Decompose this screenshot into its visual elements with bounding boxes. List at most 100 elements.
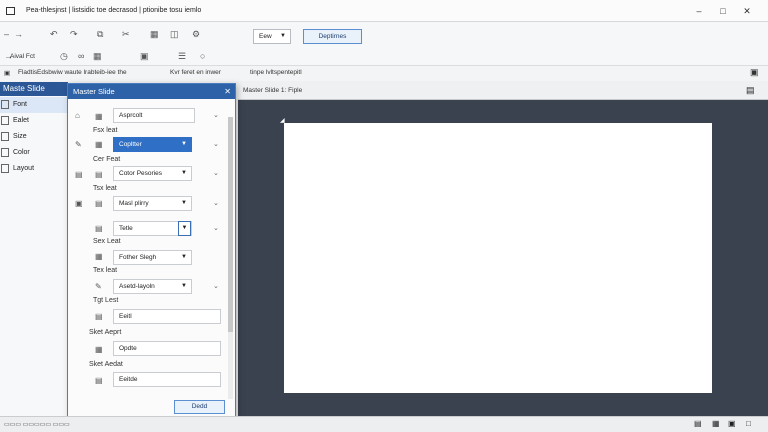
list-icon: ▤ — [95, 224, 103, 233]
address-icon: ▣ — [4, 70, 11, 77]
sidebar-item-label: Size — [13, 133, 27, 140]
grid-icon: ▦ — [95, 252, 103, 261]
address-text-2: Edsbwiw waute lrabteib-iee the — [37, 69, 127, 76]
dialog-title: Master Slide — [68, 84, 235, 99]
clock-icon[interactable]: ◷ — [60, 50, 68, 62]
panel-icon[interactable]: ▣ — [750, 67, 759, 78]
delete-icon: ▤ — [95, 376, 103, 385]
slide-page[interactable] — [284, 123, 712, 393]
cut-icon[interactable]: ✂ — [122, 28, 130, 40]
chevron-down-icon: ▼ — [181, 283, 187, 289]
dialog-select-value: Copltter — [119, 141, 142, 148]
sidebar: Maste Slide Font Ealet Size Color Layout — [0, 82, 68, 416]
home-icon: ⌂ — [75, 111, 80, 120]
grid-icon: ▦ — [95, 140, 103, 149]
dialog-row-label: Sex Leat — [93, 238, 121, 245]
font-icon — [1, 100, 9, 109]
bold-icon[interactable]: ▦ — [93, 50, 102, 62]
layout-icon[interactable]: ▦ — [150, 28, 159, 40]
dialog-select-5[interactable]: Tetle ▼ — [113, 221, 192, 236]
close-icon[interactable]: ✕ — [738, 4, 756, 18]
arrow-right-icon[interactable]: → — [14, 28, 23, 40]
chevron-down-icon: ▼ — [181, 170, 187, 176]
chevron-down-icon[interactable]: ⌄ — [213, 169, 219, 177]
chevron-down-icon[interactable]: ⌄ — [213, 224, 219, 232]
dialog-select-2[interactable]: Copltter ▼ — [113, 137, 192, 152]
grid-icon: ▦ — [95, 112, 103, 121]
dialog-field-8[interactable]: Eeitl — [113, 309, 221, 324]
size-icon — [1, 132, 9, 141]
minus-icon[interactable]: – — [4, 28, 9, 40]
dialog-ok-button[interactable]: Dedd — [174, 400, 225, 414]
font-name[interactable]: Aival Fct — [10, 53, 35, 60]
dialog-select-7[interactable]: Asetd-layoln ▼ — [113, 279, 192, 294]
dialog-row-label: Fsx leat — [93, 127, 118, 134]
corner-marker-icon: ◢ — [280, 118, 285, 124]
link-icon[interactable]: ∞ — [78, 50, 84, 62]
font-row: → Aival Fct ◷ ∞ ▦ ▣ ☰ ○ — [0, 46, 768, 66]
sidebar-item-label: Font — [13, 101, 28, 108]
chevron-down-icon[interactable]: ⌄ — [213, 199, 219, 207]
view-dropdown-value: Eew — [259, 33, 272, 40]
minimize-icon[interactable]: – — [690, 4, 708, 18]
sidebar-item-size[interactable]: Size — [0, 129, 68, 145]
chevron-down-icon: ▼ — [181, 141, 187, 147]
address-text-1: Fladtis — [18, 69, 38, 76]
edit-icon: ▤ — [95, 312, 103, 321]
status-bar: ▭▭▭ ▭▭▭▭▭ ▭▭▭ ▤ ▦ ▣ □ — [0, 416, 768, 432]
sidebar-item-layout[interactable]: Layout — [0, 161, 68, 177]
dialog-select-value: Tetle — [119, 225, 133, 232]
sidebar-item-color[interactable]: Color — [0, 145, 68, 161]
undo-icon[interactable]: ↶ — [50, 28, 58, 40]
panel-icon[interactable]: ▤ — [746, 85, 755, 96]
redo-icon[interactable]: ↷ — [70, 28, 78, 40]
layout-icon: ▤ — [95, 170, 103, 179]
align-icon[interactable]: ☰ — [178, 50, 186, 62]
view-dropdown[interactable]: Eew ▼ — [253, 29, 291, 44]
fit-icon[interactable]: □ — [746, 419, 751, 428]
dialog-select-6[interactable]: Fother Slegh ▼ — [113, 250, 192, 265]
dialog-field-9[interactable]: Opdte — [113, 341, 221, 356]
text-icon[interactable]: ▣ — [140, 50, 149, 62]
list-icon[interactable]: ○ — [200, 50, 205, 62]
window-title: Pea-thlesjnst | listsidic toe decrasod |… — [26, 7, 202, 14]
chevron-down-icon: ▼ — [181, 254, 187, 260]
maximize-icon[interactable]: □ — [714, 4, 732, 18]
chevron-down-icon[interactable]: ⌄ — [213, 282, 219, 290]
sidebar-item-ealet[interactable]: Ealet — [0, 113, 68, 129]
tools-icon[interactable]: ⚙ — [192, 28, 200, 40]
dialog-row-label: Cer Feat — [93, 156, 121, 163]
format-icon: ✎ — [95, 282, 102, 291]
color-icon — [1, 148, 9, 157]
dialog-row-label: Tex leat — [93, 267, 118, 274]
toolbar-action-button[interactable]: Deptirnes — [303, 29, 362, 44]
sidebar-header: Maste Slide — [0, 82, 68, 96]
dialog-field-10[interactable]: Eeitde — [113, 372, 221, 387]
dialog-field-1[interactable]: Asprcolt — [113, 108, 195, 123]
close-icon[interactable]: ✕ — [224, 84, 231, 99]
view-normal-icon[interactable]: ▤ — [694, 419, 702, 428]
copy-icon[interactable]: ⧉ — [97, 28, 103, 40]
ealet-icon — [1, 116, 9, 125]
canvas-header: Master Slide 1: Fiple ▤ — [238, 82, 768, 100]
sidebar-item-label: Layout — [13, 165, 35, 172]
pencil-icon: ✎ — [75, 140, 82, 149]
dialog-row-label: Tsx leat — [93, 185, 117, 192]
dialog-scrollbar-thumb[interactable] — [228, 117, 233, 332]
update-icon: ▦ — [95, 345, 103, 354]
sidebar-item-label: Ealet — [13, 117, 29, 124]
sidebar-item-font[interactable]: Font — [0, 97, 68, 113]
address-text-4: tinpe lvltspentepitl — [250, 69, 302, 76]
view-grid-icon[interactable]: ▦ — [712, 419, 720, 428]
format-icon[interactable]: ◫ — [170, 28, 179, 40]
zoom-icon[interactable]: ▣ — [728, 419, 736, 428]
chevron-down-icon[interactable]: ⌄ — [213, 140, 219, 148]
dialog-select-3[interactable]: Cotor Pesories ▼ — [113, 166, 192, 181]
dialog-select-value: Cotor Pesories — [119, 170, 162, 177]
dialog-row-label: Sket Aeprt — [89, 329, 122, 336]
dialog-select-4[interactable]: Masl plirry ▼ — [113, 196, 192, 211]
chevron-down-icon: ▼ — [178, 221, 191, 236]
dialog-select-value: Fother Slegh — [119, 254, 157, 261]
chevron-down-icon[interactable]: ⌄ — [213, 111, 219, 119]
image-icon: ▣ — [75, 199, 83, 208]
